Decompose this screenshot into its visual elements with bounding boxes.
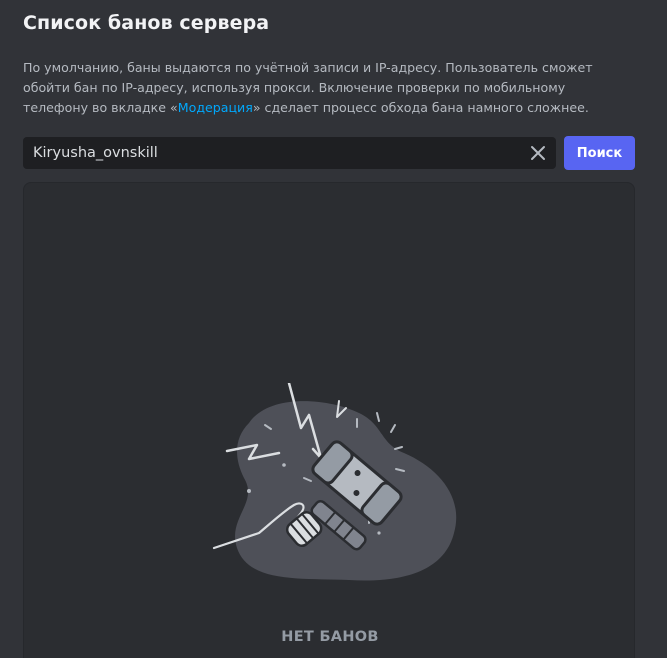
page-title: Список банов сервера xyxy=(23,12,270,34)
close-icon[interactable] xyxy=(526,141,550,165)
description-text-part-2: » сделает процесс обхода бана намного сл… xyxy=(252,100,589,115)
search-row: Поиск xyxy=(23,136,635,170)
empty-state-text: НЕТ БАНОВ xyxy=(281,629,379,645)
search-box xyxy=(23,137,556,169)
description-text: По умолчанию, баны выдаются по учётной з… xyxy=(23,58,633,118)
moderation-link[interactable]: Модерация xyxy=(178,100,253,115)
ban-list-panel: НЕТ БАНОВ xyxy=(23,182,635,658)
server-bans-page: Список банов сервера По умолчанию, баны … xyxy=(0,0,667,658)
search-input[interactable] xyxy=(23,137,513,169)
ban-hammer-icon xyxy=(209,381,469,598)
search-button[interactable]: Поиск xyxy=(564,136,635,170)
